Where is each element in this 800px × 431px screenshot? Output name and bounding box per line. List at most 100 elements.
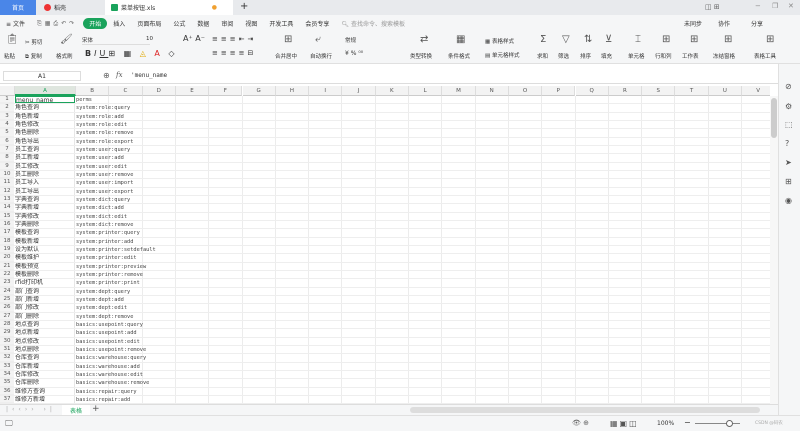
row-number[interactable]: 2 — [0, 104, 14, 112]
merge-button[interactable]: 合并居中 — [275, 52, 297, 60]
view-mode-buttons[interactable]: ▦▣◫ — [610, 419, 639, 428]
cell-perms[interactable]: system:role:remove — [76, 129, 133, 136]
column-header[interactable]: S — [642, 86, 676, 96]
add-sheet-button[interactable]: + — [92, 404, 100, 414]
cell-menu-name[interactable]: 字典查询 — [15, 195, 75, 204]
row-number[interactable]: 26 — [0, 304, 14, 312]
row-number[interactable]: 31 — [0, 345, 14, 354]
menu-member[interactable]: 会员专享 — [299, 19, 335, 28]
row-number[interactable]: 14 — [0, 204, 14, 212]
column-header[interactable]: F — [209, 86, 243, 96]
cell-menu-name[interactable]: 模板查询 — [15, 229, 75, 237]
name-box[interactable]: A1 — [3, 71, 81, 81]
cell-menu-name[interactable]: 角色导出 — [15, 137, 75, 145]
row-number[interactable]: 16 — [0, 220, 14, 229]
menu-data[interactable]: 数据 — [191, 19, 215, 28]
row-number[interactable]: 23 — [0, 279, 14, 287]
row-number[interactable]: 19 — [0, 245, 14, 254]
column-header[interactable]: O — [508, 86, 543, 96]
cell-perms[interactable]: system:dept:edit — [76, 304, 127, 311]
cell-perms[interactable]: system:user:edit — [76, 163, 127, 170]
cell-menu-name[interactable]: 部门查询 — [15, 287, 75, 295]
cell-perms[interactable]: system:dept:remove — [76, 313, 133, 320]
cell-menu-name[interactable]: 维修方新增 — [15, 395, 75, 404]
cell-menu-name[interactable]: 字典修改 — [15, 212, 75, 220]
cell-menu-name[interactable]: 部门修改 — [15, 304, 75, 312]
format-painter-button[interactable]: 格式刷 — [56, 52, 73, 60]
column-header[interactable]: P — [542, 86, 576, 96]
column-header[interactable]: L — [409, 86, 443, 96]
new-tab-button[interactable]: + — [240, 1, 248, 12]
column-header[interactable]: H — [275, 86, 310, 96]
cell-perms[interactable]: system:dict:query — [76, 196, 130, 203]
sidebar-select-icon[interactable]: ⬚ — [785, 120, 793, 129]
share-button[interactable]: 分享 — [745, 19, 769, 28]
column-header[interactable]: B — [76, 86, 110, 96]
row-number[interactable]: 9 — [0, 162, 14, 170]
row-number[interactable]: 17 — [0, 229, 14, 237]
formula-input[interactable]: 'menu_name — [131, 72, 167, 79]
tab-file[interactable]: 菜单按钮.xls ● — [105, 0, 233, 15]
row-number[interactable]: 18 — [0, 237, 14, 245]
halign-buttons[interactable]: ≡≡≡≡⊟ — [212, 49, 256, 57]
horizontal-scrollbar[interactable] — [410, 407, 760, 413]
cell-menu-name[interactable]: 仓库删除 — [15, 379, 75, 387]
sum-button[interactable]: 求和 — [537, 52, 548, 60]
filter-button[interactable]: 筛选 — [558, 52, 569, 60]
search-command[interactable]: 🔍︎ 查找命令、搜索模板 — [335, 19, 411, 28]
menu-view[interactable]: 视图 — [239, 19, 263, 28]
cell-menu-name[interactable]: 员工新增 — [15, 154, 75, 162]
font-size-select[interactable]: 10 — [146, 36, 176, 42]
row-number[interactable]: 29 — [0, 329, 14, 337]
sidebar-style-icon[interactable]: ⊘ — [785, 82, 792, 91]
cell-menu-name[interactable]: 模板新增 — [15, 237, 75, 245]
row-number[interactable]: 22 — [0, 270, 14, 279]
column-header[interactable]: T — [675, 86, 709, 96]
cell-perms[interactable]: system:dept:query — [76, 288, 130, 295]
row-number[interactable]: 21 — [0, 262, 14, 270]
font-grow-shrink-icons[interactable]: A⁺ A⁻ — [183, 34, 205, 43]
cell-perms[interactable]: basics:usepoint:edit — [76, 338, 140, 345]
cell-perms[interactable]: basics:repair:query — [76, 388, 137, 395]
font-select[interactable]: 宋体 — [82, 36, 150, 45]
cell-perms[interactable]: system:user:remove — [76, 171, 133, 178]
row-number[interactable]: 7 — [0, 145, 14, 154]
row-col-button[interactable]: 行和列 — [655, 52, 672, 60]
zoom-formula-icon[interactable]: ⊕ — [103, 71, 110, 80]
column-header[interactable]: N — [475, 86, 509, 96]
row-number[interactable]: 3 — [0, 112, 14, 120]
zoom-level[interactable]: 100% — [657, 420, 674, 427]
row-number[interactable]: 15 — [0, 212, 14, 220]
cell-menu-name[interactable]: 角色新增 — [15, 112, 75, 120]
row-number[interactable]: 33 — [0, 362, 14, 370]
cell-perms[interactable]: basics:usepoint:add — [76, 329, 137, 336]
cell-perms[interactable]: basics:warehouse:remove — [76, 379, 149, 386]
cell-perms[interactable]: system:user:query — [76, 146, 130, 153]
cond-format-button[interactable]: 条件格式 — [448, 52, 470, 60]
tab-docer[interactable]: 稻壳 — [38, 0, 103, 15]
cell-menu-name[interactable]: 员工查询 — [15, 145, 75, 154]
cell-perms[interactable]: system:printer:edit — [76, 254, 137, 261]
row-number[interactable]: 35 — [0, 379, 14, 387]
cell-menu-name[interactable]: 仓库修改 — [15, 370, 75, 379]
cell-menu-name[interactable]: 角色删除 — [15, 129, 75, 137]
cell-menu-name[interactable]: 仓库新增 — [15, 362, 75, 370]
view-eye-icon[interactable]: 👁︎ ⊕ — [572, 419, 589, 427]
row-number[interactable]: 32 — [0, 354, 14, 362]
sidebar-backup-icon[interactable]: ⊞ — [785, 177, 792, 186]
wrap-button[interactable]: 自动换行 — [310, 52, 332, 60]
row-number[interactable]: 34 — [0, 370, 14, 379]
type-convert-button[interactable]: 类型转换 — [410, 52, 432, 60]
table-style-button[interactable]: ▦ 表格样式 — [485, 37, 514, 45]
row-number[interactable]: 13 — [0, 195, 14, 204]
menu-page-layout[interactable]: 页面布局 — [131, 19, 167, 28]
cell-perms[interactable]: system:role:add — [76, 113, 124, 120]
column-header[interactable]: Q — [575, 86, 609, 96]
align-buttons[interactable]: ≡≡≡⇤⇥ — [212, 35, 256, 43]
menu-insert[interactable]: 插入 — [107, 19, 131, 28]
cell-perms[interactable]: basics:warehouse:add — [76, 363, 140, 370]
menu-review[interactable]: 审阅 — [215, 19, 239, 28]
cell-menu-name[interactable]: 角色查询 — [15, 104, 75, 112]
cell-perms[interactable]: basics:warehouse:edit — [76, 371, 143, 378]
row-number[interactable]: 8 — [0, 154, 14, 162]
